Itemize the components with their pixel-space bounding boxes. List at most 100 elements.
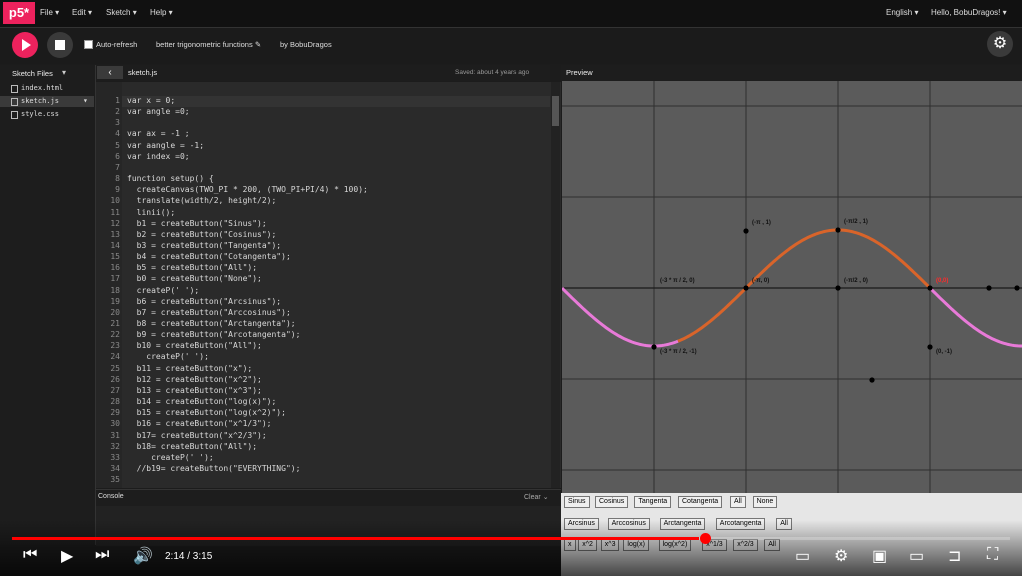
menu-sketch[interactable]: Sketch ▾ [106,8,137,17]
line-number: 7 [115,162,120,172]
sine-curve-orange [677,228,934,343]
code-line: b16 = createButton("x^1/3"); [127,419,272,429]
menu-file[interactable]: File ▾ [40,8,59,17]
line-number: 14 [110,240,120,250]
sine-curve-pink [562,286,679,348]
code-line: var angle =0; [127,107,190,117]
code-line: createP(' '); [127,352,209,362]
line-number: 4 [115,129,120,139]
function-button[interactable]: Cotangenta [678,496,723,508]
cast-icon[interactable]: ⊐ [948,546,961,566]
code-line: b2 = createButton("Cosinus"); [127,229,277,239]
miniplayer-icon[interactable]: ▣ [872,546,887,566]
function-button[interactable]: Tangenta [634,496,672,508]
line-number: 21 [110,319,120,328]
line-number: 22 [110,330,120,340]
line-number: 10 [110,196,120,206]
line-number: 19 [110,296,120,306]
line-number: 34 [110,463,120,473]
menu-edit[interactable]: Edit ▾ [72,8,92,17]
editor-scrollbar-thumb[interactable] [552,96,559,126]
autorefresh-label: Auto-refresh [96,40,138,49]
p5-logo[interactable]: p5* [3,2,35,24]
preview-header [561,65,1022,81]
point-dot [835,285,841,291]
fullscreen-icon[interactable]: ⛶ [987,546,998,564]
function-button[interactable]: Cosinus [595,496,629,508]
code-line: b1 = createButton("Sinus"); [127,218,267,228]
sidebar-title: Sketch Files [12,69,53,78]
toolbar [0,28,1022,64]
chevron-down-icon[interactable]: ▾ [62,68,66,77]
language-menu[interactable]: English ▾ [886,8,919,17]
point-label: (-π, 0) [752,278,769,284]
collapse-sidebar-button[interactable]: ‹ [97,66,123,79]
pencil-icon[interactable]: ✎ [255,40,261,49]
sketch-author[interactable]: by BobuDragos [280,40,332,49]
point-dot [869,377,875,383]
line-number: 12 [110,218,120,228]
menu-help[interactable]: Help ▾ [150,8,173,17]
volume-icon[interactable]: 🔊 [133,546,153,566]
previous-icon[interactable]: ⏮ [23,546,37,564]
next-icon[interactable]: ⏭ [95,546,109,564]
line-number: 13 [110,229,120,239]
code-line: var aangle = -1; [127,140,205,150]
point-dot [927,344,933,350]
line-number: 15 [110,252,120,262]
gear-icon[interactable]: ⚙ [987,31,1013,57]
point-dot [1014,285,1020,291]
autorefresh-checkbox[interactable] [84,40,93,49]
line-number: 5 [115,140,120,150]
code-line: b9 = createButton("Arcotangenta"); [127,330,301,340]
subtitles-icon[interactable]: ▭ [795,546,810,566]
file-style-css[interactable]: style.css [0,109,94,120]
point-dot [651,344,657,350]
code-line: b4 = createButton("Cotangenta"); [127,252,291,262]
function-button[interactable]: None [752,496,778,508]
stop-button[interactable] [47,32,73,58]
user-menu[interactable]: Hello, BobuDragos! ▾ [931,8,1007,17]
file-icon [11,111,18,119]
code-line: b11 = createButton("x"); [127,363,253,373]
function-button[interactable]: Sinus [564,496,590,508]
line-number: 32 [110,441,120,451]
editor-tab[interactable]: sketch.js [128,68,157,77]
point-label: (-π/2 , 0) [844,278,868,284]
progress-fill [12,537,699,540]
line-number: 25 [110,363,120,373]
progress-scrubber[interactable] [700,533,711,544]
file-icon [11,85,18,93]
code-line: b5 = createButton("All"); [127,263,258,273]
preview-canvas[interactable]: (-π , 1) (-π/2 , 1) (-3 * π / 2, 0) (-π, 0)… [562,81,1022,493]
code-line: b12 = createButton("x^2"); [127,374,262,384]
line-number: 24 [110,352,120,362]
theater-mode-icon[interactable]: ▭ [909,546,924,566]
line-number: 17 [110,274,120,284]
file-sketch-js[interactable]: sketch.js ▾ [0,96,94,107]
saved-status: Saved: about 4 years ago [455,69,530,76]
code-line: createP(' '); [127,285,200,295]
code-line: b13 = createButton("x^3"); [127,385,262,395]
console-bar [96,489,561,506]
play-icon[interactable]: ▶ [61,546,73,566]
point-label: (0, -1) [936,349,952,355]
line-number: 16 [110,263,120,273]
play-button[interactable] [12,32,38,58]
line-number: 28 [110,397,120,407]
point-label: (-π/2 , 1) [844,219,868,225]
preview-title: Preview [566,68,593,77]
line-number: 27 [110,385,120,395]
gear-icon[interactable]: ⚙ [834,546,848,566]
editor-scrollbar[interactable] [551,82,560,488]
point-dot [835,227,841,233]
function-button[interactable]: All [730,496,746,508]
console-clear-button[interactable]: Clear ⌄ [524,493,549,501]
line-number: 11 [110,207,120,217]
sketch-name[interactable]: better trigonometric functions ✎ [156,40,261,49]
point-label: (-3 * π / 2, -1) [660,349,697,355]
sketch-files-sidebar [0,65,96,545]
file-index-html[interactable]: index.html [0,83,94,94]
line-number: 2 [115,107,120,117]
code-line: createP(' '); [127,452,214,462]
